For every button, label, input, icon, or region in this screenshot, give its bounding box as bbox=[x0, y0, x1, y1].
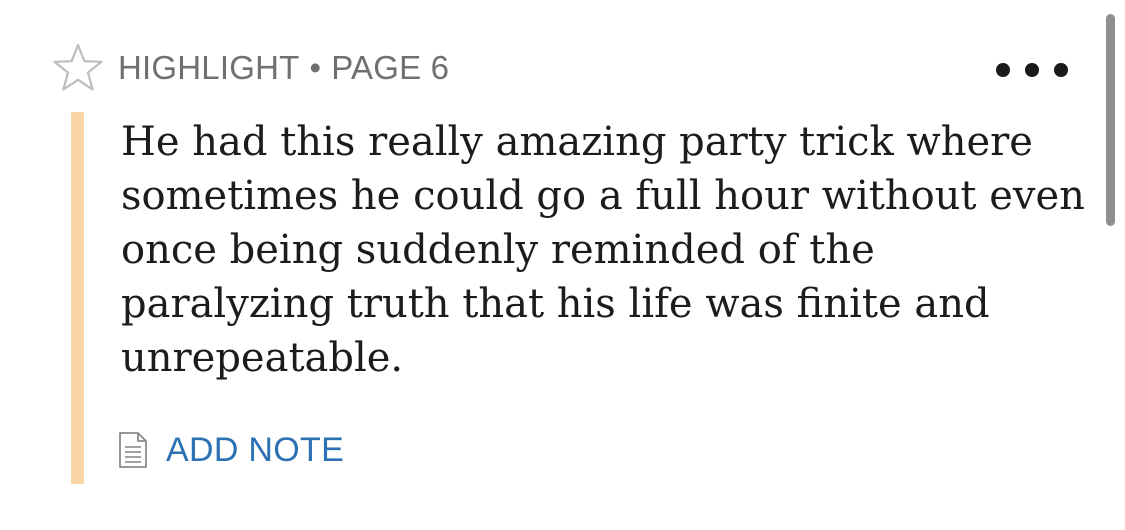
highlight-location: HIGHLIGHT • PAGE 6 bbox=[118, 49, 449, 87]
page-label: PAGE 6 bbox=[331, 49, 450, 86]
scrollbar[interactable] bbox=[1106, 14, 1115, 226]
more-dot bbox=[996, 63, 1010, 77]
highlight-color-bar bbox=[71, 112, 84, 484]
more-dot bbox=[1025, 63, 1039, 77]
more-dot bbox=[1054, 63, 1068, 77]
add-note-button[interactable]: ADD NOTE bbox=[118, 428, 344, 472]
highlight-header: HIGHLIGHT • PAGE 6 bbox=[52, 40, 449, 96]
header-separator: • bbox=[309, 49, 322, 86]
star-icon[interactable] bbox=[52, 42, 104, 94]
note-icon bbox=[119, 432, 147, 468]
more-options-button[interactable] bbox=[996, 55, 1068, 85]
highlight-type-label: HIGHLIGHT bbox=[118, 49, 300, 86]
add-note-label: ADD NOTE bbox=[166, 430, 345, 469]
highlight-text: He had this really amazing party trick w… bbox=[121, 119, 1085, 381]
